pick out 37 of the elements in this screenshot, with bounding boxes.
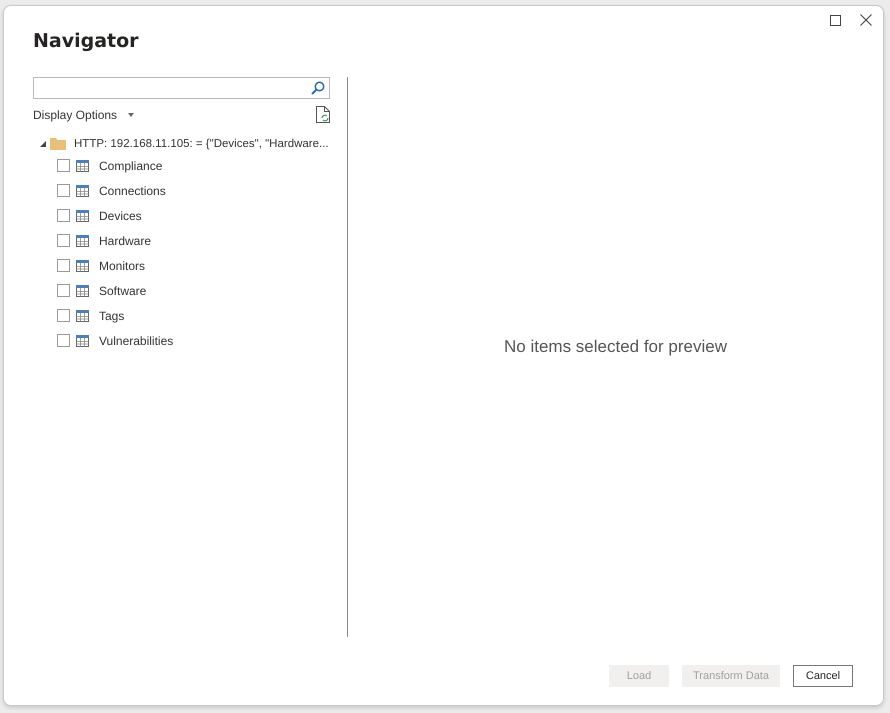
table-icon (76, 310, 89, 322)
table-icon (76, 234, 89, 246)
collapse-triangle-icon[interactable] (40, 141, 46, 147)
checkbox[interactable] (57, 309, 70, 322)
maximize-icon[interactable] (830, 14, 841, 26)
table-name[interactable]: Hardware (99, 234, 152, 248)
table-icon (76, 334, 89, 346)
table-name[interactable]: Devices (99, 208, 142, 222)
checkbox[interactable] (57, 209, 70, 222)
checkbox[interactable] (57, 184, 70, 197)
refresh-document-icon[interactable] (316, 106, 330, 123)
checkbox[interactable] (57, 159, 70, 172)
display-options-dropdown[interactable]: Display Options (33, 108, 134, 122)
table-name[interactable]: Vulnerabilities (99, 334, 174, 348)
table-icon (76, 260, 89, 272)
preview-message: No items selected for preview (504, 337, 727, 357)
search-field[interactable] (33, 77, 330, 99)
close-icon[interactable] (860, 14, 872, 26)
tree-node[interactable]: HTTP: 192.168.11.105: = {"Devices", "Hardware... (33, 135, 347, 153)
caret-icon (128, 112, 134, 116)
table-name[interactable]: Compliance (99, 158, 162, 172)
table-icon (76, 284, 89, 296)
checkbox[interactable] (57, 284, 70, 297)
table-name[interactable]: Software (99, 284, 146, 298)
checkbox[interactable] (57, 334, 70, 347)
window-title: Navigator (33, 29, 140, 54)
folder-icon (50, 138, 66, 150)
table-name[interactable]: Tags (99, 308, 124, 322)
table-icon (76, 160, 89, 172)
checkbox[interactable] (57, 234, 70, 247)
search-icon (311, 81, 325, 95)
table-icon (76, 184, 89, 196)
table-icon (76, 210, 89, 222)
table-name[interactable]: Monitors (99, 258, 146, 272)
table-name[interactable]: Connections (99, 184, 166, 198)
checkbox[interactable] (57, 259, 70, 272)
dialog-button[interactable]: Cancel (793, 665, 853, 687)
